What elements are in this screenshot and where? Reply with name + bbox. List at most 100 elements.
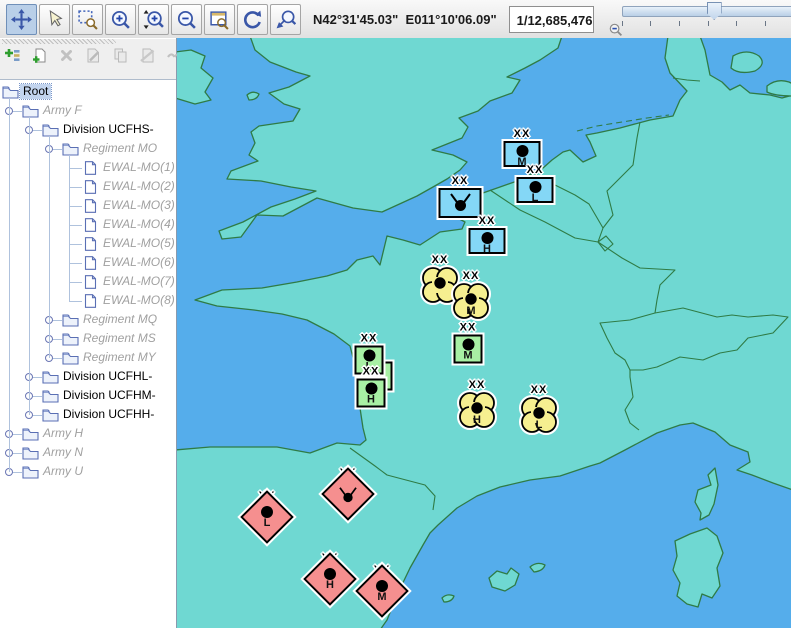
tree-item-army-h[interactable]: Army H <box>0 425 176 444</box>
folder-icon <box>42 370 59 384</box>
zoom-slider-track[interactable] <box>622 6 791 17</box>
pan-button[interactable] <box>6 4 37 35</box>
tree-item-label[interactable]: Division UCFHS- <box>60 122 157 137</box>
unit-tree[interactable]: Root Army F Division UCFHS- Regiment MO EWAL… <box>0 80 176 628</box>
tree-item-label[interactable]: EWAL-MO(6) <box>100 255 176 270</box>
tree-item-ewal-mo-8[interactable]: EWAL-MO(8) <box>0 292 176 311</box>
tree-item-label[interactable]: Regiment MQ <box>80 312 160 327</box>
zoom-fit-button[interactable] <box>138 4 169 35</box>
unit-rect-l[interactable]: XXL <box>517 177 554 203</box>
tree-item-label[interactable]: Division UCFHL- <box>60 369 155 384</box>
electronic-warfare-icon <box>337 486 359 503</box>
refresh-button[interactable] <box>237 4 268 35</box>
zoom-slider[interactable] <box>608 0 791 38</box>
unit-diamond-l[interactable]: XXL <box>248 498 286 536</box>
tree-item-army-u[interactable]: Army U <box>0 463 176 482</box>
tree-item-regiment-mo[interactable]: Regiment MO <box>0 140 176 159</box>
zoom-fit-icon <box>143 9 164 30</box>
tree-item-ewal-mo-1[interactable]: EWAL-MO(1) <box>0 159 176 178</box>
echelon-label: XX <box>420 254 460 266</box>
tree-item-label[interactable]: Division UCFHM- <box>60 388 159 403</box>
tree-item-ewal-mo-7[interactable]: EWAL-MO(7) <box>0 273 176 292</box>
tree-item-label[interactable]: EWAL-MO(3) <box>100 198 176 213</box>
unit-dot <box>533 407 544 418</box>
refresh-icon <box>242 9 263 30</box>
slider-tick <box>708 21 709 26</box>
tree-item-label[interactable]: Division UCFHH- <box>60 407 157 422</box>
tree-item-label[interactable]: Army F <box>40 103 85 118</box>
tree-item-ewal-mo-5[interactable]: EWAL-MO(5) <box>0 235 176 254</box>
unit-clover-l[interactable]: XXL <box>519 397 559 437</box>
unit-clover-h[interactable]: XXH <box>457 392 497 432</box>
tree-toolbar-grip[interactable] <box>2 39 116 44</box>
tree-item-division-ucfhh[interactable]: Division UCFHH- <box>0 406 176 425</box>
tree-item-root[interactable]: Root <box>0 83 176 102</box>
tree-item-label[interactable]: Army N <box>40 445 86 460</box>
tree-item-label[interactable]: EWAL-MO(2) <box>100 179 176 194</box>
diamond-content: M <box>365 574 399 608</box>
size-letter: L <box>532 193 539 204</box>
folder-icon <box>62 313 79 327</box>
tree-item-army-f[interactable]: Army F <box>0 102 176 121</box>
select-button[interactable] <box>39 4 70 35</box>
tree-item-ewal-mo-4[interactable]: EWAL-MO(4) <box>0 216 176 235</box>
echelon-label: XX <box>469 215 506 227</box>
tree-item-regiment-my[interactable]: Regiment MY <box>0 349 176 368</box>
tree-item-label[interactable]: EWAL-MO(4) <box>100 217 176 232</box>
tree-item-label[interactable]: EWAL-MO(5) <box>100 236 176 251</box>
tree-item-ewal-mo-6[interactable]: EWAL-MO(6) <box>0 254 176 273</box>
tree-item-label[interactable]: Root <box>20 84 51 99</box>
zoom-out-mini-icon[interactable] <box>609 23 623 37</box>
tree-item-label[interactable]: Regiment MS <box>80 331 159 346</box>
echelon-label: XX <box>357 366 386 378</box>
unit-diamond-h[interactable]: XXH <box>311 560 349 598</box>
tree-item-division-ucfhs[interactable]: Division UCFHS- <box>0 121 176 140</box>
overview-window-button[interactable] <box>204 4 235 35</box>
unit-rect-ew[interactable]: XX <box>439 188 482 218</box>
tree-item-regiment-mq[interactable]: Regiment MQ <box>0 311 176 330</box>
tree-item-label[interactable]: Regiment MY <box>80 350 159 365</box>
tree-guide-stub <box>69 206 82 207</box>
tree-guide-stub <box>69 301 82 302</box>
tree-item-label[interactable]: EWAL-MO(7) <box>100 274 176 289</box>
echelon-label: XX <box>457 379 497 391</box>
add-branch-button[interactable] <box>5 46 20 64</box>
tree-item-division-ucfhl[interactable]: Division UCFHL- <box>0 368 176 387</box>
tree-item-label[interactable]: EWAL-MO(8) <box>100 293 176 308</box>
tree-item-label[interactable]: Army H <box>40 426 86 441</box>
edit-button <box>86 46 101 64</box>
tree-guide-line <box>69 155 70 301</box>
zoom-select-button[interactable] <box>270 4 301 35</box>
zoom-out-button[interactable] <box>171 4 202 35</box>
scale-field[interactable]: 1/12,685,476 <box>509 6 594 33</box>
rect-shape: L <box>517 177 554 203</box>
unit-square-m[interactable]: XXM <box>454 335 483 364</box>
tree-item-label[interactable]: Army U <box>40 464 86 479</box>
folder-icon <box>22 104 39 118</box>
unit-square-h[interactable]: XXH <box>357 379 386 408</box>
tree-item-regiment-ms[interactable]: Regiment MS <box>0 330 176 349</box>
tree-guide-line <box>9 98 10 472</box>
move-icon <box>11 9 32 30</box>
tree-item-label[interactable]: Regiment MO <box>80 141 160 156</box>
tree-guide-stub <box>69 263 82 264</box>
zoom-in-button[interactable] <box>105 4 136 35</box>
tree-item-ewal-mo-3[interactable]: EWAL-MO(3) <box>0 197 176 216</box>
unit-rect-h[interactable]: XXH <box>469 228 506 254</box>
tree-item-label[interactable]: EWAL-MO(1) <box>100 160 176 175</box>
zoom-slider-thumb[interactable] <box>707 2 722 20</box>
unit-clover-m[interactable]: XXM <box>451 283 491 323</box>
zoom-area-button[interactable] <box>72 4 103 35</box>
folder-icon <box>42 389 59 403</box>
unit-diamond-ew[interactable]: XX <box>329 475 367 513</box>
diamond-content: H <box>313 562 347 596</box>
tree-item-division-ucfhm[interactable]: Division UCFHM- <box>0 387 176 406</box>
unit-diamond-m[interactable]: XXM <box>363 572 401 610</box>
add-item-button[interactable] <box>32 46 47 64</box>
rect-shape: M <box>454 335 483 364</box>
tree-item-ewal-mo-2[interactable]: EWAL-MO(2) <box>0 178 176 197</box>
map-canvas[interactable]: XXXXMXXLXXHXXXXMXXLXXHXXMXXHXXLXXXXLXXHX… <box>177 38 791 628</box>
tree-item-army-n[interactable]: Army N <box>0 444 176 463</box>
folder-icon <box>62 332 79 346</box>
slider-tick <box>736 21 737 26</box>
